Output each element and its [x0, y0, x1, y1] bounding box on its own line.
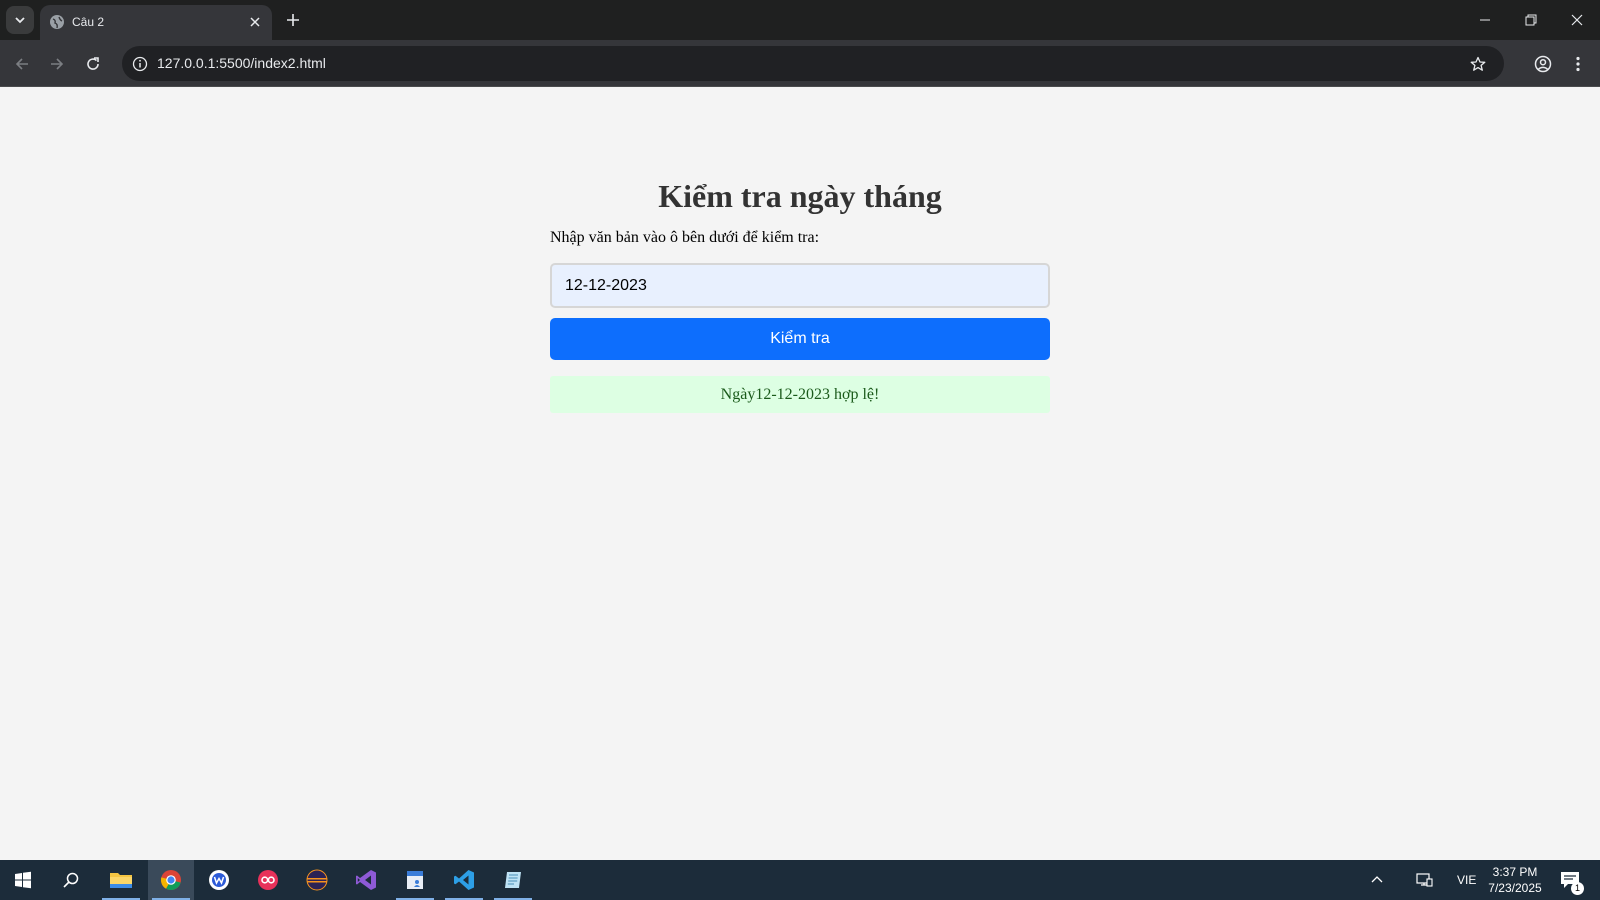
profile-button[interactable] — [1529, 50, 1557, 78]
menu-button[interactable] — [1564, 50, 1592, 78]
url-text: 127.0.0.1:5500/index2.html — [157, 55, 326, 71]
chrome-icon — [160, 870, 181, 891]
close-icon — [250, 17, 260, 27]
network-button[interactable] — [1409, 860, 1439, 900]
eclipse-icon — [306, 869, 328, 891]
tab-close-button[interactable] — [246, 13, 264, 31]
taskbar-app-file-explorer[interactable] — [98, 860, 144, 900]
clock-date: 7/23/2025 — [1488, 881, 1542, 895]
tab-title: Câu 2 — [72, 15, 105, 29]
plus-icon — [287, 14, 299, 26]
notification-center-button[interactable]: 1 — [1550, 860, 1590, 900]
clock[interactable]: 3:37 PM 7/23/2025 — [1482, 864, 1548, 896]
windows-logo-icon — [15, 871, 31, 889]
visual-studio-icon — [356, 870, 376, 890]
reload-icon — [87, 57, 99, 70]
search-button[interactable] — [48, 860, 94, 900]
app-oo-icon — [258, 870, 278, 890]
new-tab-button[interactable] — [282, 9, 304, 31]
vscode-icon — [454, 870, 474, 890]
taskbar-app-eclipse[interactable] — [294, 860, 340, 900]
chevron-down-icon — [15, 17, 25, 24]
windows-taskbar: VIE 3:37 PM 7/23/2025 1 — [0, 860, 1600, 900]
date-check-form: Kiểm tra ngày tháng Nhập văn bản vào ô b… — [550, 174, 1050, 413]
page-viewport: Kiểm tra ngày tháng Nhập văn bản vào ô b… — [0, 87, 1600, 860]
app-w-icon — [209, 870, 229, 890]
network-icon — [1416, 873, 1433, 887]
notification-count-badge: 1 — [1571, 882, 1584, 895]
star-icon — [1470, 56, 1486, 71]
taskbar-app-vscode[interactable] — [441, 860, 487, 900]
language-indicator[interactable]: VIE — [1457, 873, 1476, 887]
site-info-button[interactable] — [128, 52, 152, 76]
globe-icon — [50, 15, 64, 29]
chevron-up-icon — [1371, 876, 1383, 883]
arrow-right-icon — [51, 58, 64, 70]
tab-search-button[interactable] — [6, 6, 34, 34]
clock-time: 3:37 PM — [1492, 865, 1538, 879]
minimize-icon — [1480, 19, 1490, 21]
check-button[interactable]: Kiểm tra — [550, 318, 1050, 360]
browser-toolbar: 127.0.0.1:5500/index2.html — [0, 40, 1600, 87]
account-icon — [1534, 55, 1552, 73]
page-title: Kiểm tra ngày tháng — [658, 178, 942, 214]
start-button[interactable] — [0, 860, 46, 900]
info-icon — [132, 56, 148, 72]
address-bar[interactable]: 127.0.0.1:5500/index2.html — [122, 46, 1504, 81]
date-input[interactable] — [550, 263, 1050, 308]
bookmark-button[interactable] — [1466, 52, 1490, 76]
browser-tab[interactable]: Câu 2 — [40, 5, 272, 40]
browser-tab-bar: Câu 2 — [0, 0, 1600, 40]
result-message: Ngày12-12-2023 hợp lệ! — [550, 376, 1050, 413]
taskbar-app-oo[interactable] — [245, 860, 291, 900]
notes-app-icon — [407, 871, 423, 889]
arrow-left-icon — [15, 58, 28, 70]
show-hidden-icons-button[interactable] — [1362, 860, 1392, 900]
close-window-button[interactable] — [1554, 0, 1600, 40]
restore-icon — [1525, 14, 1537, 26]
search-icon — [63, 872, 79, 888]
taskbar-app-editor[interactable] — [490, 860, 536, 900]
taskbar-app-notes[interactable] — [392, 860, 438, 900]
close-icon — [1571, 14, 1583, 26]
taskbar-app-visual-studio[interactable] — [343, 860, 389, 900]
back-button[interactable] — [8, 50, 36, 78]
restore-button[interactable] — [1508, 0, 1554, 40]
taskbar-app-w[interactable] — [196, 860, 242, 900]
forward-button[interactable] — [43, 50, 71, 78]
editor-app-icon — [505, 872, 521, 888]
minimize-button[interactable] — [1462, 0, 1508, 40]
instruction-text: Nhập văn bản vào ô bên dưới để kiểm tra: — [550, 229, 820, 246]
folder-icon — [110, 873, 132, 888]
taskbar-app-chrome[interactable] — [148, 860, 194, 900]
reload-button[interactable] — [79, 50, 107, 78]
more-vertical-icon — [1576, 56, 1580, 72]
